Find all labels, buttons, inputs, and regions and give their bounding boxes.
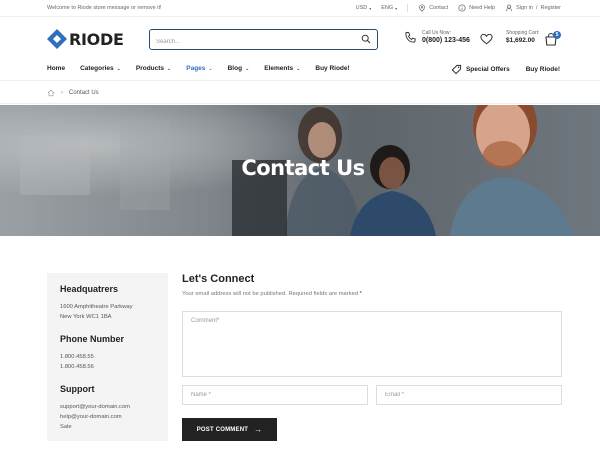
nav-item-label: Buy Riode! bbox=[315, 65, 350, 72]
arrow-right-icon: → bbox=[254, 425, 263, 434]
phone-icon bbox=[405, 31, 416, 43]
register-link[interactable]: Register bbox=[541, 5, 561, 11]
phone-number: 1.800.458.55 bbox=[60, 354, 94, 360]
special-offers-label: Special Offers bbox=[465, 66, 510, 73]
home-icon[interactable] bbox=[47, 89, 55, 97]
address-line: New York WC1 1BA bbox=[60, 314, 112, 320]
cart-count-badge: 5 bbox=[553, 31, 561, 39]
search-icon[interactable] bbox=[361, 34, 371, 44]
cart-label: Shopping Cart: bbox=[506, 30, 540, 36]
welcome-message: Welcome to Riode store message or remove… bbox=[47, 5, 162, 11]
language-label: ENG bbox=[381, 5, 394, 11]
need-help-link[interactable]: Need Help bbox=[458, 4, 495, 12]
nav-menu: Home Categories ⌄ Products ⌄ Pages ⌄ Blog ⌄ … bbox=[47, 65, 365, 72]
support-sale: Sale bbox=[60, 424, 72, 430]
tag-icon bbox=[451, 64, 462, 75]
nav-item-elements[interactable]: Elements ⌄ bbox=[264, 65, 300, 72]
shopping-cart-summary[interactable]: Shopping Cart: $1,692.00 bbox=[506, 30, 539, 44]
phone-number: 1.800.458.56 bbox=[60, 364, 94, 370]
nav-item-label: Categories bbox=[80, 65, 114, 72]
email-field[interactable] bbox=[376, 385, 562, 405]
account-links: Sign in / Register bbox=[505, 4, 561, 12]
need-help-label: Need Help bbox=[469, 5, 496, 11]
nav-item-products[interactable]: Products ⌄ bbox=[136, 65, 171, 72]
link-divider: / bbox=[535, 5, 538, 11]
header: RIODE Call Us Now: 0(800) 123-456 Shoppi… bbox=[0, 17, 600, 61]
chevron-down-icon: ⌄ bbox=[208, 65, 213, 72]
divider bbox=[407, 4, 409, 12]
form-note-text: Your email address will not be published… bbox=[182, 291, 359, 297]
contact-form: Let's Connect Your email address will no… bbox=[182, 273, 562, 441]
nav-item-label: Elements bbox=[264, 65, 294, 72]
post-comment-button[interactable]: POST COMMENT → bbox=[182, 418, 277, 441]
hero-banner: Contact Us bbox=[0, 105, 600, 236]
main-nav: Home Categories ⌄ Products ⌄ Pages ⌄ Blog ⌄ … bbox=[0, 61, 600, 81]
chevron-down-icon: ▾ bbox=[369, 5, 372, 11]
language-selector[interactable]: ENG ▾ bbox=[381, 5, 397, 11]
top-bar: Welcome to Riode store message or remove… bbox=[0, 0, 600, 17]
chevron-down-icon: ⌄ bbox=[116, 65, 121, 72]
nav-item-label: Blog bbox=[227, 65, 243, 72]
headquarters-heading: Headquatrers bbox=[60, 284, 119, 294]
nav-right: Special Offers Buy Riode! bbox=[451, 64, 560, 75]
top-bar-links: USD ▾ ENG ▾ Contact Need Help Sign in / … bbox=[346, 4, 561, 12]
post-comment-label: POST COMMENT bbox=[196, 426, 249, 433]
location-pin-icon bbox=[419, 4, 425, 12]
comment-textarea[interactable] bbox=[182, 311, 562, 377]
special-offers-link[interactable]: Special Offers bbox=[451, 64, 510, 75]
page-title: Contact Us bbox=[241, 156, 365, 180]
currency-selector[interactable]: USD ▾ bbox=[356, 5, 372, 11]
search-input[interactable] bbox=[156, 33, 356, 51]
form-note: Your email address will not be published… bbox=[182, 291, 562, 297]
support-email[interactable]: support@your-domain.com bbox=[60, 402, 155, 412]
nav-item-label: Home bbox=[47, 65, 66, 72]
search-box bbox=[149, 29, 378, 51]
call-number: 0(800) 123-456 bbox=[422, 37, 470, 44]
contact-label: Contact bbox=[429, 5, 449, 11]
headquarters-block: Headquatrers 1600 Amphitheatre Parkway N… bbox=[60, 284, 155, 322]
support-email[interactable]: help@your-domain.com bbox=[60, 412, 155, 422]
contact-link[interactable]: Contact bbox=[418, 4, 448, 12]
wishlist-heart-icon[interactable] bbox=[480, 33, 493, 45]
breadcrumb: › Contact Us bbox=[47, 89, 99, 97]
call-label: Call Us Now: bbox=[422, 30, 451, 36]
form-title: Let's Connect bbox=[182, 273, 255, 285]
support-block: Support support@your-domain.com help@you… bbox=[60, 384, 155, 432]
breadcrumb-current: Contact Us bbox=[69, 90, 99, 96]
currency-label: USD bbox=[355, 5, 368, 11]
info-icon bbox=[458, 4, 466, 12]
user-icon bbox=[505, 4, 513, 12]
nav-item-label: Pages bbox=[186, 65, 206, 72]
nav-item-categories[interactable]: Categories ⌄ bbox=[80, 65, 121, 72]
address-line: 1600 Amphitheatre Parkway bbox=[60, 304, 133, 310]
chevron-down-icon: ⌄ bbox=[245, 65, 250, 72]
phone-block: Phone Number 1.800.458.55 1.800.458.56 bbox=[60, 334, 155, 372]
nav-item-blog[interactable]: Blog ⌄ bbox=[228, 65, 250, 72]
logo-text: RIODE bbox=[69, 29, 124, 49]
chevron-down-icon: ⌄ bbox=[296, 65, 301, 72]
buy-riode-link[interactable]: Buy Riode! bbox=[526, 66, 560, 73]
nav-item-label: Products bbox=[135, 65, 165, 72]
chevron-right-icon: › bbox=[61, 90, 63, 96]
divider bbox=[0, 103, 600, 104]
call-us[interactable]: Call Us Now: 0(800) 123-456 bbox=[404, 30, 470, 44]
logo-diamond-icon bbox=[47, 29, 67, 49]
contact-info-panel: Headquatrers 1600 Amphitheatre Parkway N… bbox=[47, 273, 168, 441]
nav-item-buy-riode[interactable]: Buy Riode! bbox=[315, 65, 349, 72]
cart-total: $1,692.00 bbox=[506, 37, 535, 44]
sign-in-link[interactable]: Sign in bbox=[516, 5, 533, 11]
support-heading: Support bbox=[60, 384, 95, 394]
nav-item-pages[interactable]: Pages ⌄ bbox=[186, 65, 212, 72]
name-field[interactable] bbox=[182, 385, 368, 405]
phone-heading: Phone Number bbox=[60, 334, 125, 344]
required-star: * bbox=[359, 291, 362, 297]
logo[interactable]: RIODE bbox=[47, 29, 124, 49]
chevron-down-icon: ⌄ bbox=[167, 65, 172, 72]
chevron-down-icon: ▾ bbox=[395, 5, 398, 11]
nav-item-home[interactable]: Home bbox=[47, 65, 65, 72]
